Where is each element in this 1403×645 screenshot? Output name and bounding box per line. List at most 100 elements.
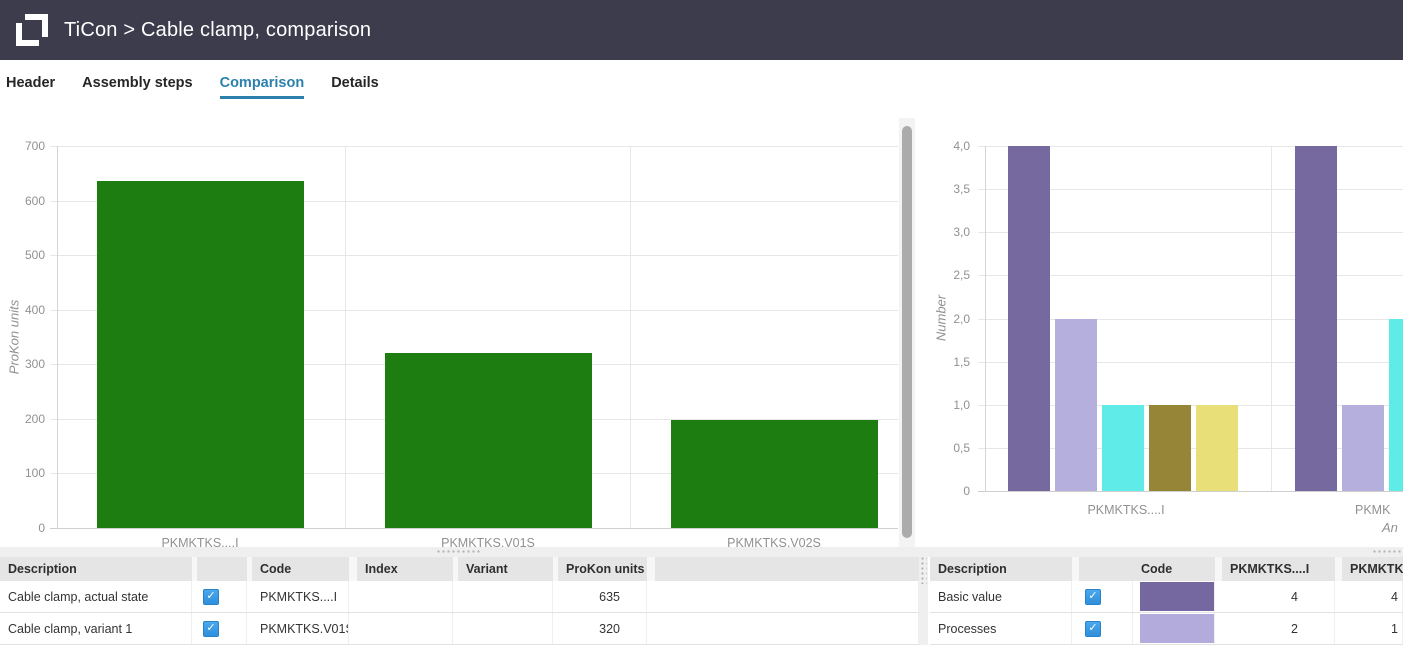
- checkbox-cell: ✓: [197, 613, 247, 644]
- cell-description: Cable clamp, variant 1: [0, 613, 192, 644]
- bar-Processes-PKMKTKS....I: [1055, 319, 1097, 492]
- bar-PKMKTKS....I: [97, 181, 304, 528]
- color-code-cell: [1133, 581, 1215, 612]
- column-header-pkmktks-v: PKMKTKS.V: [1342, 557, 1403, 581]
- bar-Basic value-PKMKTKS....I: [1008, 146, 1050, 491]
- y-tick-label: 100: [5, 466, 45, 480]
- cell-v2: 4: [1342, 581, 1403, 612]
- gridline-vertical: [1271, 146, 1272, 491]
- checkbox-cell: ✓: [1079, 581, 1133, 612]
- table-row[interactable]: Cable clamp, actual state ✓ PKMKTKS....I 63…: [0, 581, 919, 613]
- cell-code: PKMKTKS.V01S: [252, 613, 349, 644]
- column-header-prokon-units: ProKon units: [558, 557, 647, 581]
- cell-prokon_units: 635: [558, 581, 647, 612]
- splitter-grip-right[interactable]: [1372, 549, 1403, 555]
- column-header-index: Index: [357, 557, 453, 581]
- x-category-label: PKMK: [1355, 503, 1390, 517]
- ticon-logo-icon: [14, 12, 50, 48]
- ticon-window: TiCon > Cable clamp, comparison Header As…: [0, 0, 1403, 645]
- cell-description: Processes: [930, 613, 1072, 644]
- cell-variant: [458, 613, 553, 644]
- x-axis-title: An: [1382, 520, 1398, 535]
- number-chart: 00,51,01,52,02,53,03,54,0PKMKTKS....IPKM…: [930, 115, 1403, 557]
- cell-blank: [655, 581, 919, 612]
- y-tick-label: 1,5: [930, 355, 970, 369]
- cell-prokon_units: 320: [558, 613, 647, 644]
- y-tick-label: 1,0: [930, 398, 970, 412]
- row-checkbox[interactable]: ✓: [1085, 621, 1101, 637]
- cell-code: PKMKTKS....I: [252, 581, 349, 612]
- bar-series3-PKMKTKS....I: [1149, 405, 1191, 491]
- checkbox-cell: ✓: [1079, 613, 1133, 644]
- column-header-code: Code: [252, 557, 349, 581]
- y-tick-label: 200: [5, 412, 45, 426]
- gridline: [50, 146, 898, 147]
- horizontal-splitter[interactable]: [0, 547, 1403, 557]
- column-header-code: Code: [1133, 557, 1215, 581]
- cell-v1: 4: [1222, 581, 1335, 612]
- scrollbar-thumb[interactable]: [902, 126, 912, 538]
- column-header-blank: [1079, 557, 1133, 581]
- column-header-pkmktks-i: PKMKTKS....I: [1222, 557, 1335, 581]
- tab-details[interactable]: Details: [331, 75, 379, 99]
- tab-assembly-steps[interactable]: Assembly steps: [82, 75, 192, 99]
- cell-description: Basic value: [930, 581, 1072, 612]
- bar-series2-PKMK: [1389, 319, 1403, 492]
- y-tick-label: 700: [5, 139, 45, 153]
- color-code-cell: [1133, 613, 1215, 644]
- cell-variant: [458, 581, 553, 612]
- y-tick-label: 600: [5, 194, 45, 208]
- y-tick-label: 0,5: [930, 441, 970, 455]
- cell-v2: 1: [1342, 613, 1403, 644]
- table-row[interactable]: Basic value ✓ 44: [930, 581, 1403, 613]
- x-axis-line: [978, 491, 1403, 492]
- table-header-row: Description Code PKMKTKS....I PKMKTKS.V: [930, 557, 1403, 581]
- row-checkbox[interactable]: ✓: [203, 589, 219, 605]
- bar-Processes-PKMK: [1342, 405, 1384, 491]
- column-header-description: Description: [930, 557, 1072, 581]
- y-axis-line: [985, 146, 986, 491]
- cell-description: Cable clamp, actual state: [0, 581, 192, 612]
- bar-PKMKTKS.V02S: [671, 420, 878, 528]
- y-tick-label: 4,0: [930, 139, 970, 153]
- splitter-grip-left[interactable]: [436, 549, 480, 555]
- row-checkbox[interactable]: ✓: [1085, 589, 1101, 605]
- bar-series2-PKMKTKS....I: [1102, 405, 1144, 491]
- row-checkbox[interactable]: ✓: [203, 621, 219, 637]
- y-tick-label: 500: [5, 248, 45, 262]
- analysis-values-table: DescriptionCodePKMKTKS....IPKMKTKS.VBasi…: [930, 557, 1403, 645]
- tab-bar: Header Assembly steps Comparison Details: [6, 75, 379, 99]
- y-tick-label: 3,0: [930, 225, 970, 239]
- cell-index: [357, 581, 453, 612]
- prokon-units-chart: 0100200300400500600700PKMKTKS....IPKMKTK…: [0, 115, 899, 557]
- y-axis-title: ProKon units: [7, 300, 22, 374]
- cell-blank: [655, 613, 919, 644]
- table-row[interactable]: Processes ✓ 21: [930, 613, 1403, 645]
- checkbox-cell: ✓: [197, 581, 247, 612]
- tab-header[interactable]: Header: [6, 75, 55, 99]
- splitter-grip-middle[interactable]: [920, 556, 927, 584]
- y-axis-line: [57, 146, 58, 528]
- tab-comparison[interactable]: Comparison: [220, 75, 305, 99]
- x-axis-line: [50, 528, 898, 529]
- y-tick-label: 0: [5, 521, 45, 535]
- vertical-splitter[interactable]: [919, 547, 928, 645]
- title-bar: TiCon > Cable clamp, comparison: [0, 0, 1403, 60]
- bar-PKMKTKS.V01S: [385, 353, 592, 528]
- bar-Basic value-PKMK: [1295, 146, 1337, 491]
- bar-series4-PKMKTKS....I: [1196, 405, 1238, 491]
- column-header-blank: [197, 557, 247, 581]
- y-tick-label: 0: [930, 484, 970, 498]
- column-header-description: Description: [0, 557, 192, 581]
- comparison-objects-table: DescriptionCodeIndexVariantProKon unitsC…: [0, 557, 919, 645]
- page-title: TiCon > Cable clamp, comparison: [64, 19, 371, 42]
- series-color-swatch: [1140, 582, 1215, 611]
- cell-v1: 2: [1222, 613, 1335, 644]
- vertical-scrollbar[interactable]: [899, 118, 915, 557]
- series-color-swatch: [1140, 614, 1215, 643]
- y-tick-label: 3,5: [930, 182, 970, 196]
- column-header-blank: [655, 557, 919, 581]
- cell-index: [357, 613, 453, 644]
- x-category-label: PKMKTKS....I: [1087, 503, 1164, 517]
- table-row[interactable]: Cable clamp, variant 1 ✓ PKMKTKS.V01S 320: [0, 613, 919, 645]
